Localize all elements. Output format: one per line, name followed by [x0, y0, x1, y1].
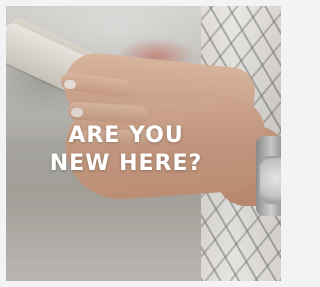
new-visitor-banner[interactable]: ARE YOU NEW HERE?: [6, 6, 281, 281]
headline-line-1: ARE YOU: [68, 123, 184, 148]
banner-headline: ARE YOU NEW HERE?: [6, 122, 246, 178]
headline-line-2: NEW HERE?: [49, 151, 203, 176]
